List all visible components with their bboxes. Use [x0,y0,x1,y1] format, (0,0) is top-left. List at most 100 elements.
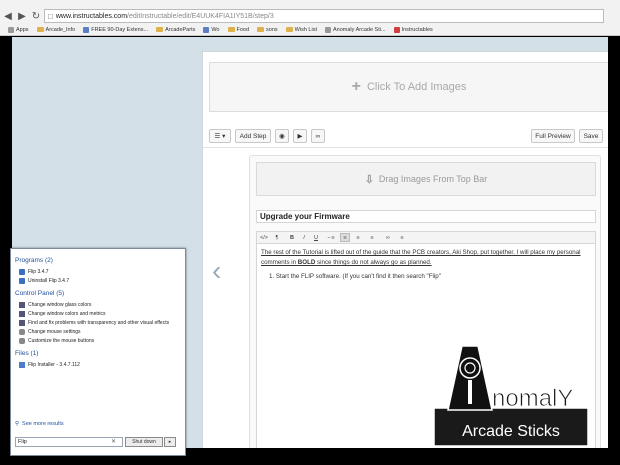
bookmark-label: Arcade_Info [45,26,76,33]
control-panel-icon [19,302,25,308]
mouse-icon [19,338,25,344]
bookmark-sons[interactable]: sons [257,27,278,33]
rich-text-toolbar: </> ¶ B I U − ≡ ≡ ≡ ≡ ∞ ≡ [256,231,596,243]
result-label: Flip 3.4.7 [28,269,49,275]
list-item: 1. Start the FLIP software. (If you can'… [269,273,441,280]
bookmark-arcade-info[interactable]: Arcade_Info [36,26,76,33]
add-step-button[interactable]: Add Step [235,129,271,143]
paragraph-icon[interactable]: ¶ [273,233,281,242]
bookmark-anomaly[interactable]: Anomaly Arcade Sti... [324,26,386,33]
result-window-colors[interactable]: Change window colors and metrics [19,311,106,317]
add-images-label: Click To Add Images [366,81,467,93]
save-button[interactable]: Save [579,129,603,143]
bookmark-icon [83,26,90,33]
browser-chrome: ◀ ▶ ↻ □ www.instructables.com/editInstru… [0,0,620,36]
bookmark-instructables[interactable]: Instructables [393,26,433,33]
folder-icon [285,27,293,32]
joystick-shaft [468,380,472,404]
page-icon: □ [48,11,53,21]
camera-icon[interactable]: ◉ [275,129,289,143]
underline-icon[interactable]: U [312,233,320,242]
apps-icon [8,26,14,33]
outdent-icon[interactable]: ≡ [353,233,363,242]
bookmark-label: Food [236,26,250,33]
see-more-results-link[interactable]: ⚲ See more results [15,421,64,427]
full-preview-button[interactable]: Full Preview [531,129,575,143]
result-mouse-settings[interactable]: Change mouse settings [19,329,81,335]
mouse-icon [19,329,25,335]
clear-search-icon[interactable]: ✕ [111,438,116,445]
list-menu-button[interactable]: ☰ ▾ [209,129,231,143]
save-label: Save [583,132,599,140]
result-uninstall-flip[interactable]: Uninstall Flip 3.4.7 [19,278,69,284]
plus-icon: + [351,78,361,95]
bookmark-wish-list[interactable]: Wish List [285,26,317,33]
shutdown-button[interactable]: Shut down [125,437,163,447]
bookmark-label: Apps [16,26,29,33]
bold-icon[interactable]: B [288,233,296,242]
bookmark-label: Wish List [294,26,317,33]
result-flip-installer[interactable]: Flip Installer - 3.4.7.112 [19,362,80,368]
programs-header[interactable]: Programs (2) [15,257,53,264]
shutdown-label: Shut down [132,439,156,445]
back-icon[interactable]: ◀ [2,10,14,22]
see-more-label: See more results [22,421,64,427]
chevron-left-icon[interactable]: ‹ [212,257,221,285]
numbered-list-icon[interactable]: ≡ [340,233,350,242]
bookmark-wo[interactable]: Wo [203,26,220,33]
result-window-glass[interactable]: Change window glass colors [19,302,91,308]
result-flip[interactable]: Flip 3.4.7 [19,269,49,275]
bookmark-food[interactable]: Food [227,26,250,33]
bookmark-apps[interactable]: Apps [8,26,29,33]
bookmark-label: Instructables [401,26,433,33]
bookmark-label: Wo [211,26,220,33]
bookmark-icon [324,26,331,33]
forward-icon[interactable]: ▶ [16,10,28,22]
indent-icon[interactable]: ≡ [367,233,377,242]
bookmark-label: sons [266,26,278,33]
url-field[interactable]: □ www.instructables.com/editInstructable… [44,9,604,23]
control-panel-icon [19,320,25,326]
result-label: Customize the mouse buttons [28,338,95,344]
address-bar-row: ◀ ▶ ↻ □ www.instructables.com/editInstru… [0,9,620,23]
result-mouse-buttons[interactable]: Customize the mouse buttons [19,338,94,344]
italic-icon[interactable]: I [300,233,308,242]
result-transparency[interactable]: Find and fix problems with transparency … [19,320,169,326]
code-view-icon[interactable]: </> [259,233,269,242]
drag-images-area[interactable]: ⇩ Drag Images From Top Bar [256,162,596,196]
folder-icon [227,27,235,32]
bookmark-arcadeparts[interactable]: ArcadeParts [156,27,195,33]
step-title-input[interactable]: Upgrade your Firmware [256,210,596,223]
align-icon[interactable]: ≡ [397,233,407,242]
chevron-right-icon: ▸ [168,439,172,445]
bookmark-label: FREE 90-Day Extens... [91,26,149,33]
start-menu-search-results: Programs (2) Flip 3.4.7 Uninstall Flip 3… [10,248,186,456]
body-bold-text: BOLD [297,259,316,266]
control-panel-header[interactable]: Control Panel (5) [15,290,64,297]
shutdown-options-button[interactable]: ▸ [164,437,176,447]
step-toolbar: ☰ ▾ Add Step ◉ ▶ ∞ Full Preview Save [209,129,608,145]
flip-app-icon [19,269,25,275]
add-images-button[interactable]: + Click To Add Images [209,62,608,112]
bookmark-free-extension[interactable]: FREE 90-Day Extens... [83,26,149,33]
full-preview-label: Full Preview [535,132,571,140]
bookmark-icon [393,26,400,33]
result-label: Change window glass colors [28,302,92,308]
bookmark-icon [203,26,210,33]
logo-text-bottom: Arcade Sticks [462,423,560,440]
bullet-list-icon[interactable]: ≡ [328,233,338,242]
video-icon[interactable]: ▶ [293,129,307,143]
folder-icon [257,27,265,32]
result-label: Change mouse settings [28,329,81,335]
drag-images-label: Drag Images From Top Bar [378,174,488,184]
files-header[interactable]: Files (1) [15,350,38,357]
divider [203,147,608,148]
body-text: since things do not always go as planned… [315,259,432,266]
reload-icon[interactable]: ↻ [30,10,42,22]
start-search-input[interactable]: Flip [15,437,123,447]
search-icon: ⚲ [15,421,20,427]
result-label: Uninstall Flip 3.4.7 [28,278,70,284]
add-step-label: Add Step [239,132,267,140]
link-icon[interactable]: ∞ [383,233,393,242]
attachment-icon[interactable]: ∞ [311,129,325,143]
